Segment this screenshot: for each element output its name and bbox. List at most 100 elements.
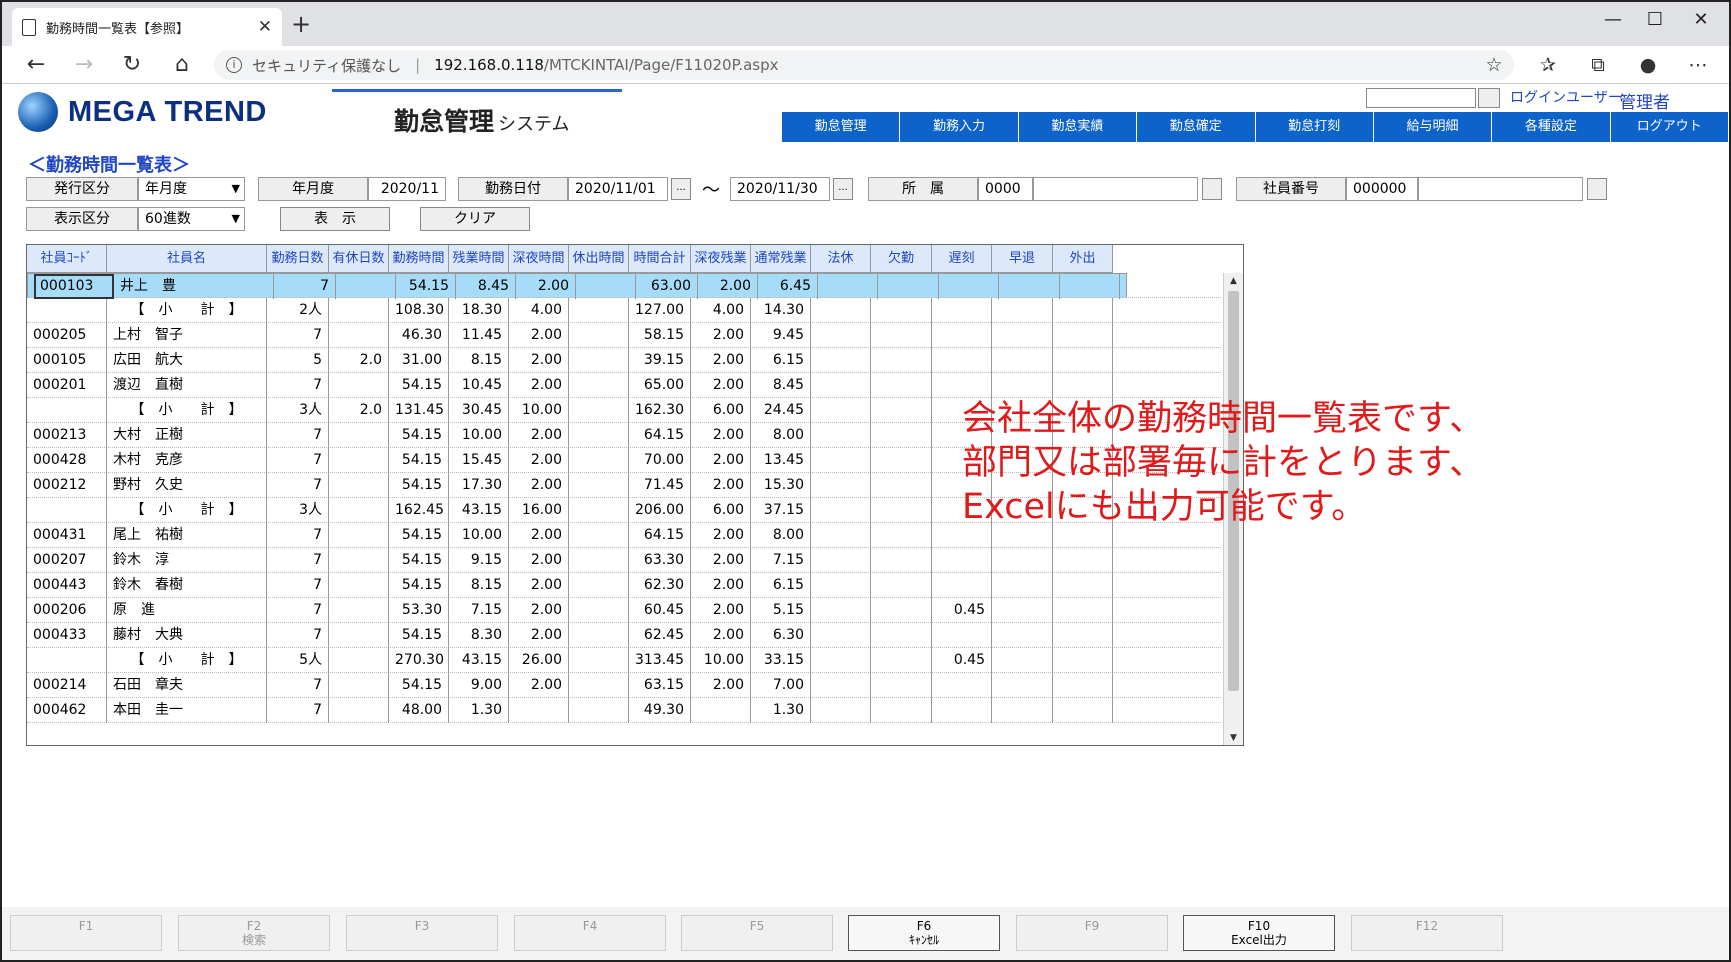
- yearmonth-field[interactable]: 2020/11: [368, 177, 446, 201]
- fkey-f3-button[interactable]: F3: [346, 915, 498, 951]
- reload-button[interactable]: ↻: [116, 50, 148, 80]
- new-tab-button[interactable]: +: [286, 10, 316, 38]
- browser-tab[interactable]: 勤務時間一覧表【参照】 ✕: [12, 8, 282, 46]
- column-header[interactable]: 外出: [1053, 245, 1113, 273]
- close-window-button[interactable]: ✕: [1678, 6, 1724, 34]
- column-header[interactable]: 早退: [992, 245, 1053, 273]
- column-header[interactable]: 残業時間: [449, 245, 509, 273]
- employee-name-field[interactable]: [1418, 177, 1583, 201]
- column-header[interactable]: 社員ｺｰﾄﾞ: [27, 245, 107, 273]
- table-row[interactable]: 000433 藤村 大典 7 54.15 8.30 2.00 62.45 2.00 6.30: [27, 623, 1221, 648]
- fkey-f1-button[interactable]: F1: [10, 915, 162, 951]
- menu-item[interactable]: 勤怠実績: [1018, 112, 1138, 142]
- table-cell: [336, 274, 396, 299]
- table-row[interactable]: 000105 広田 航大 5 2.0 31.00 8.15 2.00 39.15 2.00 6.1…: [27, 348, 1221, 373]
- forward-button[interactable]: →: [68, 50, 100, 80]
- issue-type-select[interactable]: 年月度 ▼: [138, 177, 245, 201]
- table-row[interactable]: 000207 鈴木 淳 7 54.15 9.15 2.00 63.30 2.00 7.15: [27, 548, 1221, 573]
- fkey-f12-button[interactable]: F12: [1351, 915, 1503, 951]
- profile-icon[interactable]: ●: [1632, 50, 1664, 80]
- menu-item[interactable]: 勤怠確定: [1137, 112, 1256, 142]
- minimize-button[interactable]: —: [1590, 6, 1636, 34]
- fkey-f10-button[interactable]: F10 Excel出力: [1183, 915, 1335, 951]
- department-search-button[interactable]: [1202, 178, 1222, 200]
- scroll-up-icon[interactable]: ▲: [1224, 273, 1243, 289]
- fkey-f4-button[interactable]: F4: [514, 915, 666, 951]
- date-from-picker-button[interactable]: ...: [671, 178, 691, 200]
- table-cell: 15.45: [449, 448, 509, 473]
- table-row[interactable]: 000214 石田 章夫 7 54.15 9.00 2.00 63.15 2.00 7.00: [27, 673, 1221, 698]
- table-row[interactable]: 000443 鈴木 春樹 7 54.15 8.15 2.00 62.30 2.00 6.15: [27, 573, 1221, 598]
- table-cell: [569, 648, 629, 673]
- favorites-icon[interactable]: ✰: [1532, 50, 1564, 80]
- workdate-label: 勤務日付: [458, 177, 568, 201]
- table-row[interactable]: 000462 本田 圭一 7 48.00 1.30 49.30 1.30: [27, 698, 1221, 723]
- column-header[interactable]: 勤務時間: [389, 245, 449, 273]
- table-cell: 尾上 祐樹: [107, 523, 267, 548]
- fkey-f6-button[interactable]: F6 ｷｬﾝｾﾙ: [848, 915, 1000, 951]
- column-header[interactable]: 休出時間: [569, 245, 629, 273]
- menu-item[interactable]: 各種設定: [1492, 112, 1611, 142]
- employee-code-field[interactable]: 000000: [1346, 177, 1418, 201]
- menu-item[interactable]: 給与明細: [1373, 112, 1493, 142]
- column-header[interactable]: 有休日数: [329, 245, 389, 273]
- column-header[interactable]: 法休: [811, 245, 871, 273]
- display-type-select[interactable]: 60進数 ▼: [138, 207, 245, 231]
- date-to-field[interactable]: 2020/11/30: [730, 177, 830, 201]
- table-row[interactable]: 000201 渡辺 直樹 7 54.15 10.45 2.00 65.00 2.00 8.45: [27, 373, 1221, 398]
- maximize-button[interactable]: ☐: [1632, 6, 1678, 34]
- table-cell: [932, 548, 992, 573]
- more-icon[interactable]: ⋯: [1682, 50, 1714, 80]
- star-icon[interactable]: ☆: [1478, 50, 1510, 80]
- home-button[interactable]: ⌂: [166, 50, 198, 80]
- table-cell: 8.45: [751, 373, 811, 398]
- fkey-f2-button[interactable]: F2 検索: [178, 915, 330, 951]
- employee-search-button[interactable]: [1587, 178, 1607, 200]
- column-header[interactable]: 時間合計: [629, 245, 691, 273]
- table-row[interactable]: 000206 原 進 7 53.30 7.15 2.00 60.45 2.00 5.15 0.45: [27, 598, 1221, 623]
- department-name-field[interactable]: [1033, 177, 1198, 201]
- tab-close-icon[interactable]: ✕: [258, 17, 272, 37]
- table-cell: 7: [267, 473, 329, 498]
- header-search-input[interactable]: [1366, 88, 1476, 108]
- login-user-name: 管理者: [1619, 93, 1670, 113]
- column-header[interactable]: 通常残業: [751, 245, 811, 273]
- yearmonth-label: 年月度: [258, 177, 368, 201]
- table-cell: 2.00: [509, 523, 569, 548]
- table-cell: [811, 323, 871, 348]
- page-icon: [22, 18, 36, 36]
- column-header[interactable]: 遅刻: [932, 245, 992, 273]
- column-header[interactable]: 深夜残業: [691, 245, 751, 273]
- subtotal-row[interactable]: 【 小 計 】 2人 108.30 18.30 4.00 127.00 4.00 14.30: [27, 298, 1221, 323]
- table-cell: [811, 298, 871, 323]
- show-button[interactable]: 表 示: [280, 207, 390, 231]
- collections-icon[interactable]: ⧉: [1582, 50, 1614, 80]
- column-header[interactable]: 勤務日数: [267, 245, 329, 273]
- clear-button[interactable]: クリア: [420, 207, 530, 231]
- fkey-f9-button[interactable]: F9: [1016, 915, 1168, 951]
- menu-item[interactable]: 勤怠管理: [782, 112, 901, 142]
- table-row[interactable]: 000205 上村 智子 7 46.30 11.45 2.00 58.15 2.00 9.45: [27, 323, 1221, 348]
- header-search-button[interactable]: [1478, 88, 1500, 108]
- date-to-picker-button[interactable]: ...: [833, 178, 853, 200]
- back-button[interactable]: ←: [20, 50, 52, 80]
- column-header[interactable]: 社員名: [107, 245, 267, 273]
- menu-item[interactable]: ログアウト: [1610, 112, 1729, 142]
- fkey-f5-button[interactable]: F5: [681, 915, 833, 951]
- menu-item[interactable]: 勤怠打刻: [1255, 112, 1374, 142]
- column-header[interactable]: 欠勤: [871, 245, 932, 273]
- display-type-value: 60進数: [145, 211, 191, 227]
- table-cell: [871, 423, 932, 448]
- date-from-field[interactable]: 2020/11/01: [568, 177, 668, 201]
- department-code-field[interactable]: 0000: [978, 177, 1033, 201]
- subtotal-row[interactable]: 【 小 計 】 5人 270.30 43.15 26.00 313.45 10.00 33.1…: [27, 648, 1221, 673]
- menu-item[interactable]: 勤務入力: [900, 112, 1019, 142]
- column-header[interactable]: 深夜時間: [509, 245, 569, 273]
- fkey-label: F1: [78, 919, 94, 933]
- table-cell: [509, 698, 569, 723]
- table-row[interactable]: 000103 井上 豊 7 54.15 8.45 2.00 63.00 2.00 6.45: [27, 273, 1127, 299]
- info-icon[interactable]: i: [226, 57, 242, 73]
- url-field[interactable]: i セキュリティ保護なし | 192.168.0.118 /MTCKINTAI/…: [214, 50, 1514, 80]
- table-cell: 上村 智子: [107, 323, 267, 348]
- scroll-down-icon[interactable]: ▼: [1224, 730, 1243, 745]
